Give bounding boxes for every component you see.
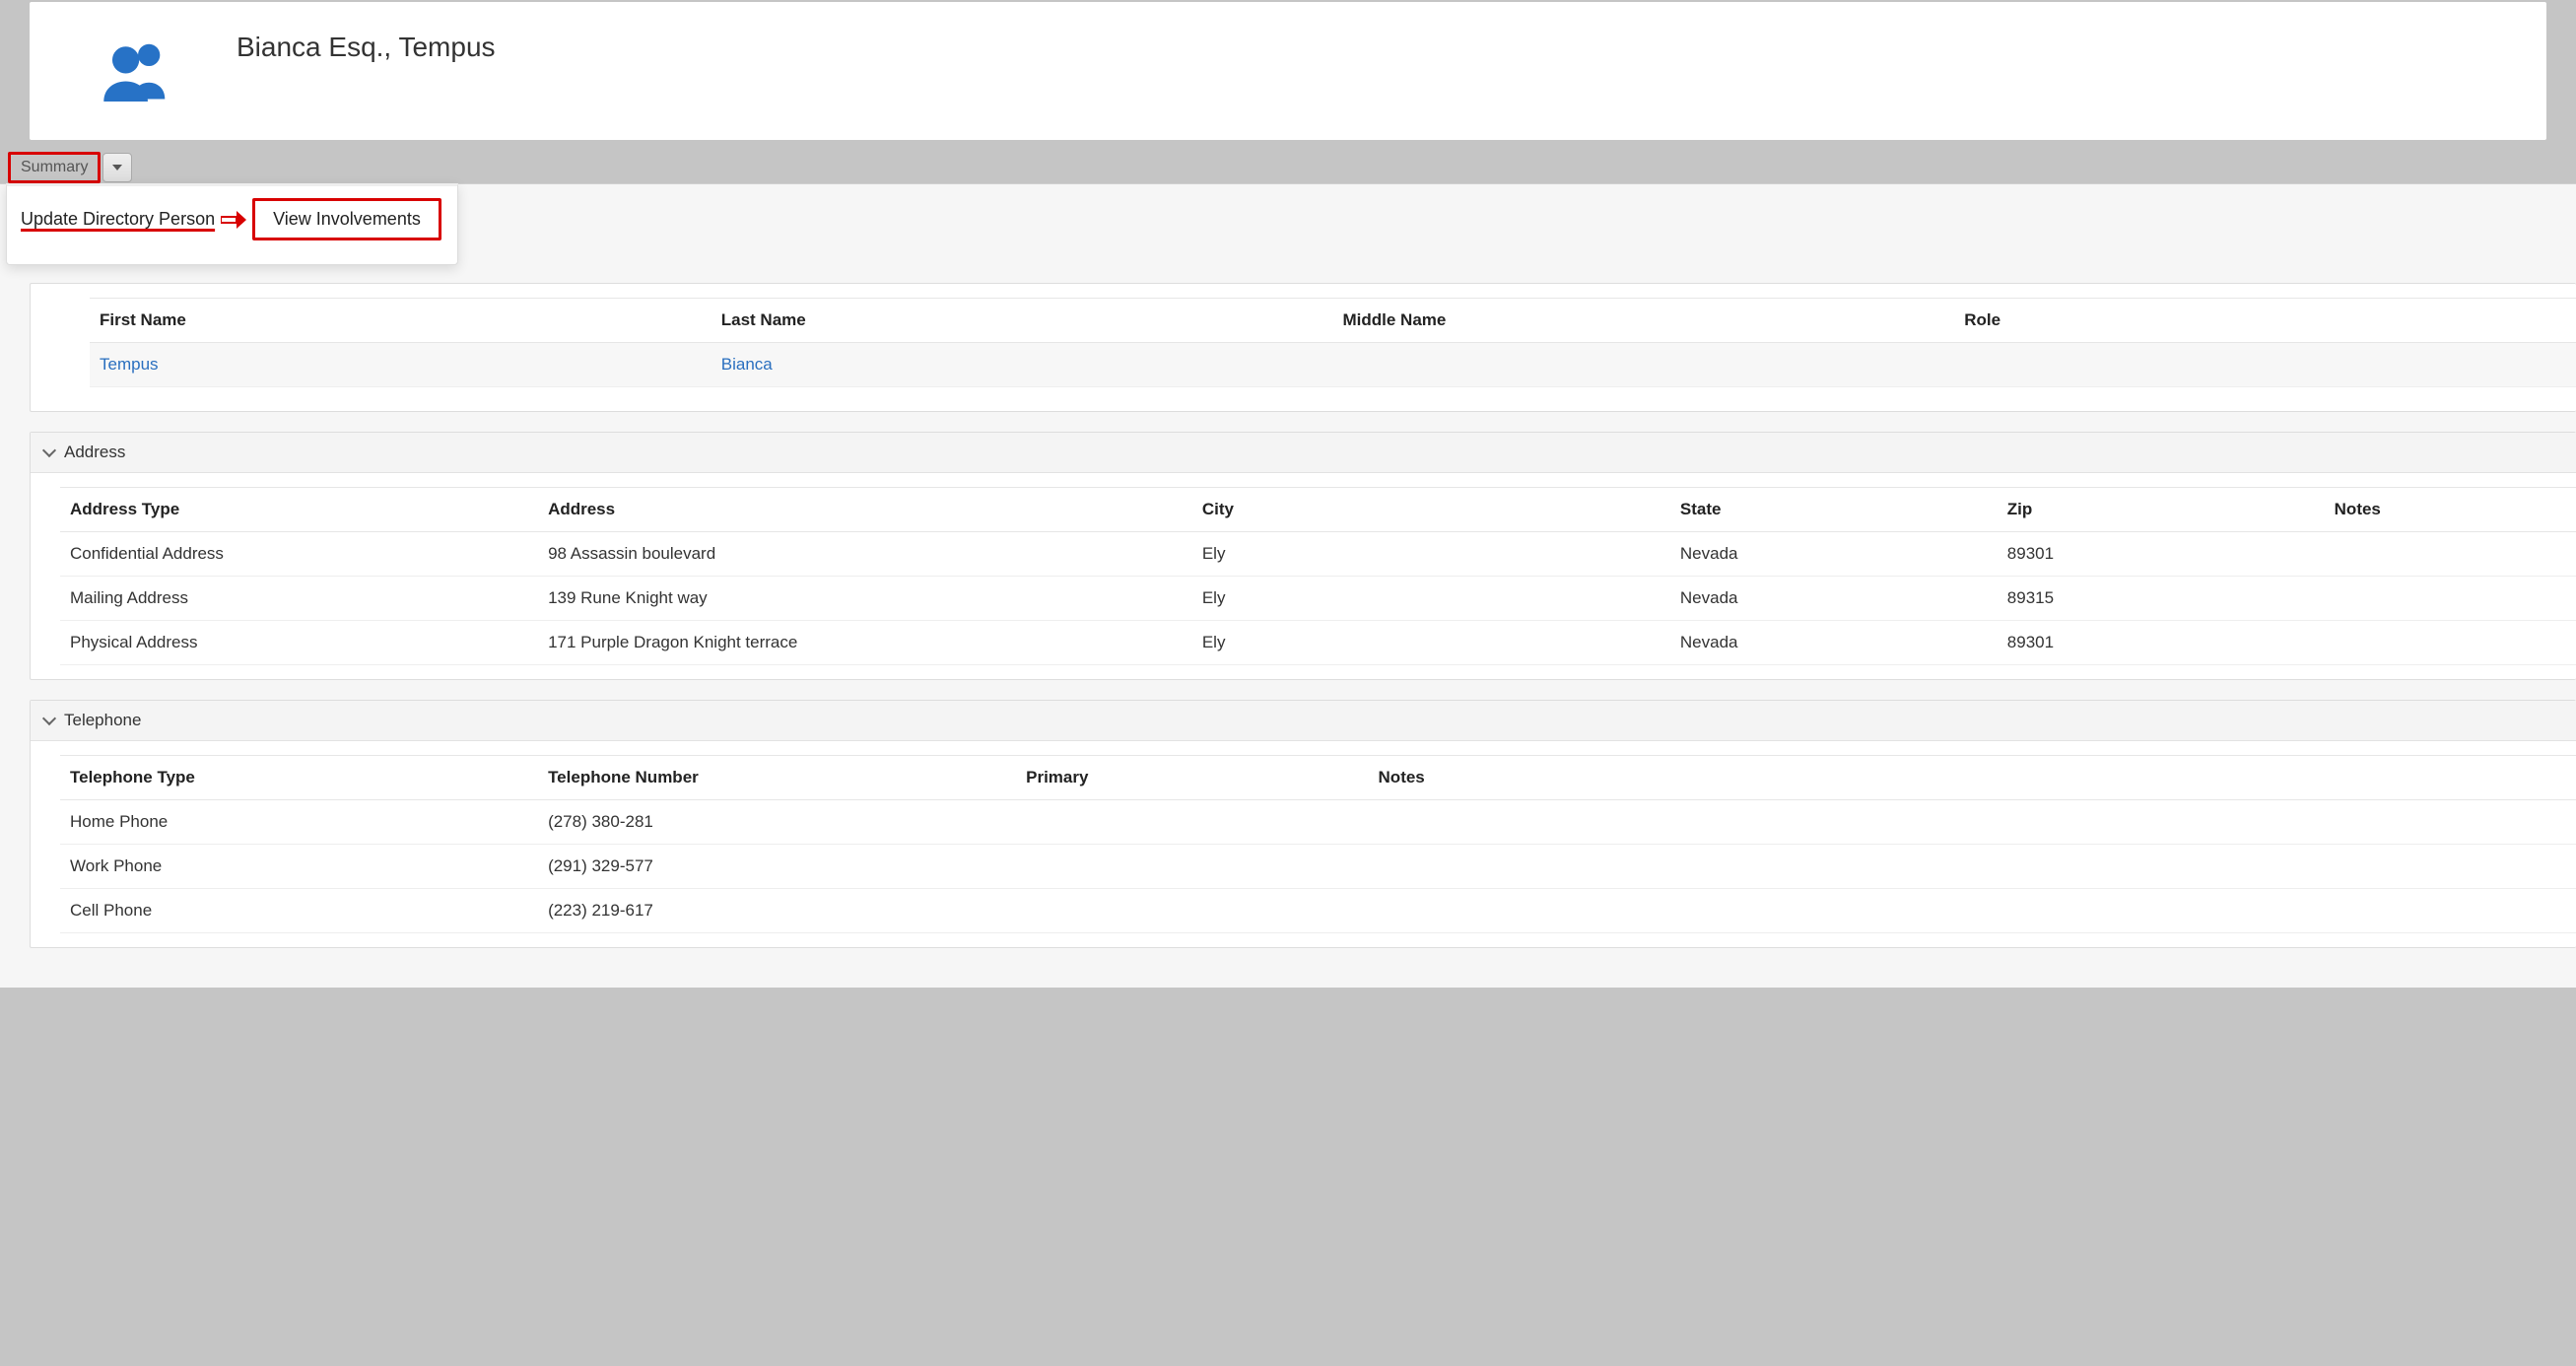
state-cell: Nevada — [1670, 621, 1998, 665]
table-row: Tempus Bianca — [90, 343, 2576, 387]
tel-primary-cell — [1016, 845, 1368, 889]
tel-notes-cell — [1369, 889, 2576, 933]
city-cell: Ely — [1192, 532, 1670, 577]
tab-summary[interactable]: Summary — [8, 152, 101, 183]
notes-cell — [2325, 621, 2576, 665]
col-notes: Notes — [2325, 488, 2576, 532]
address-type-cell: Confidential Address — [60, 532, 538, 577]
address-cell: 139 Rune Knight way — [538, 577, 1192, 621]
chevron-down-icon — [42, 444, 56, 457]
address-panel-title: Address — [64, 443, 125, 462]
address-panel: Address Address Type Address City State … — [30, 432, 2576, 680]
tel-type-cell: Home Phone — [60, 800, 538, 845]
zip-cell: 89315 — [1998, 577, 2325, 621]
col-tel-notes: Notes — [1369, 756, 2576, 800]
telephone-table: Telephone Type Telephone Number Primary … — [60, 755, 2576, 933]
city-cell: Ely — [1192, 577, 1670, 621]
name-panel: First Name Last Name Middle Name Role Te… — [30, 283, 2576, 412]
telephone-panel-toggle[interactable]: Telephone — [31, 701, 2576, 741]
col-address: Address — [538, 488, 1192, 532]
content-area: Update Directory Person View Involvement… — [0, 183, 2576, 988]
table-row: Physical Address171 Purple Dragon Knight… — [60, 621, 2576, 665]
state-cell: Nevada — [1670, 577, 1998, 621]
tab-bar: Summary — [0, 140, 2576, 183]
col-last-name: Last Name — [712, 299, 1333, 343]
name-table: First Name Last Name Middle Name Role Te… — [90, 298, 2576, 387]
col-zip: Zip — [1998, 488, 2325, 532]
col-city: City — [1192, 488, 1670, 532]
table-row: Mailing Address139 Rune Knight wayElyNev… — [60, 577, 2576, 621]
state-cell: Nevada — [1670, 532, 1998, 577]
tel-type-cell: Work Phone — [60, 845, 538, 889]
page: Bianca Esq., Tempus Summary Update Direc… — [0, 2, 2576, 1366]
address-cell: 171 Purple Dragon Knight terrace — [538, 621, 1192, 665]
tel-number-cell: (223) 219-617 — [538, 889, 1016, 933]
last-name-link[interactable]: Bianca — [721, 355, 773, 374]
role-cell — [1954, 343, 2576, 387]
col-role: Role — [1954, 299, 2576, 343]
address-panel-toggle[interactable]: Address — [31, 433, 2576, 473]
col-tel-type: Telephone Type — [60, 756, 538, 800]
table-header-row: Address Type Address City State Zip Note… — [60, 488, 2576, 532]
table-row: Cell Phone(223) 219-617 — [60, 889, 2576, 933]
chevron-down-icon — [112, 165, 122, 171]
table-row: Home Phone(278) 380-281 — [60, 800, 2576, 845]
menu-item-view-involvements[interactable]: View Involvements — [252, 198, 441, 240]
col-middle-name: Middle Name — [1333, 299, 1955, 343]
tel-notes-cell — [1369, 800, 2576, 845]
col-address-type: Address Type — [60, 488, 538, 532]
header-card: Bianca Esq., Tempus — [30, 2, 2546, 140]
menu-popup: Update Directory Person View Involvement… — [6, 183, 458, 265]
col-first-name: First Name — [90, 299, 712, 343]
table-header-row: First Name Last Name Middle Name Role — [90, 299, 2576, 343]
tel-notes-cell — [1369, 845, 2576, 889]
menu-item-update-directory-person[interactable]: Update Directory Person — [21, 209, 215, 230]
address-table: Address Type Address City State Zip Note… — [60, 487, 2576, 665]
notes-cell — [2325, 532, 2576, 577]
tel-primary-cell — [1016, 889, 1368, 933]
tel-type-cell: Cell Phone — [60, 889, 538, 933]
telephone-panel-title: Telephone — [64, 711, 141, 730]
notes-cell — [2325, 577, 2576, 621]
zip-cell: 89301 — [1998, 621, 2325, 665]
tel-number-cell: (278) 380-281 — [538, 800, 1016, 845]
table-header-row: Telephone Type Telephone Number Primary … — [60, 756, 2576, 800]
arrow-right-icon — [221, 211, 246, 229]
table-row: Work Phone(291) 329-577 — [60, 845, 2576, 889]
col-tel-primary: Primary — [1016, 756, 1368, 800]
zip-cell: 89301 — [1998, 532, 2325, 577]
address-type-cell: Mailing Address — [60, 577, 538, 621]
chevron-down-icon — [42, 712, 56, 725]
city-cell: Ely — [1192, 621, 1670, 665]
page-title: Bianca Esq., Tempus — [237, 32, 496, 63]
col-tel-number: Telephone Number — [538, 756, 1016, 800]
address-cell: 98 Assassin boulevard — [538, 532, 1192, 577]
tel-number-cell: (291) 329-577 — [538, 845, 1016, 889]
table-row: Confidential Address98 Assassin boulevar… — [60, 532, 2576, 577]
col-state: State — [1670, 488, 1998, 532]
address-type-cell: Physical Address — [60, 621, 538, 665]
telephone-panel: Telephone Telephone Type Telephone Numbe… — [30, 700, 2576, 948]
middle-name-cell — [1333, 343, 1955, 387]
tel-primary-cell — [1016, 800, 1368, 845]
tab-dropdown-button[interactable] — [102, 153, 132, 182]
people-icon — [99, 32, 177, 110]
first-name-link[interactable]: Tempus — [100, 355, 159, 374]
